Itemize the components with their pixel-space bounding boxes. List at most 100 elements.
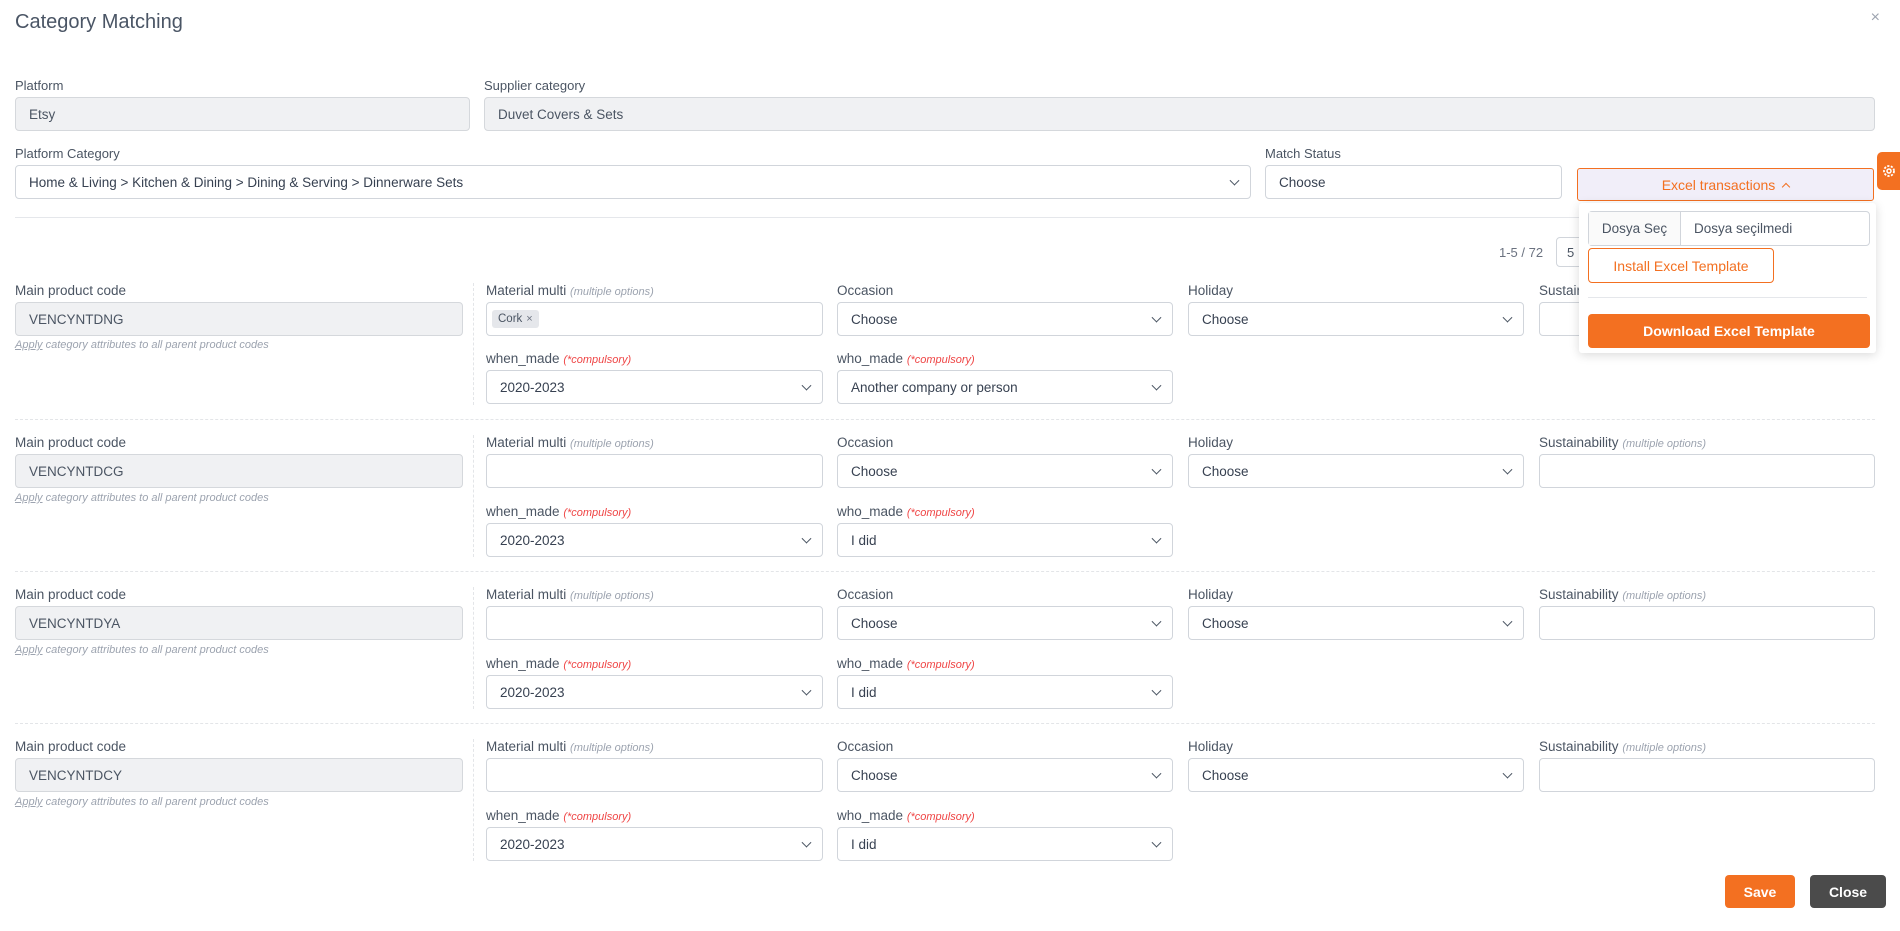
when-made-value: 2020-2023 — [500, 532, 565, 548]
platform-category-label: Platform Category — [15, 146, 120, 161]
file-input[interactable]: Dosya Seç Dosya seçilmedi — [1588, 211, 1870, 246]
dropdown-divider — [1588, 297, 1867, 298]
when-made-select[interactable]: 2020-2023 — [486, 827, 823, 861]
chevron-down-icon — [1151, 616, 1162, 627]
close-button[interactable]: Close — [1810, 875, 1886, 908]
occasion-label: Occasion — [837, 739, 894, 754]
holiday-label: Holiday — [1188, 587, 1234, 602]
who-made-select[interactable]: I did — [837, 675, 1173, 709]
apply-text: Apply category attributes to all parent … — [15, 492, 269, 504]
holiday-select[interactable]: Choose — [1188, 454, 1524, 488]
row-separator — [15, 723, 1875, 724]
chevron-down-icon — [1151, 685, 1162, 696]
per-page-value: 5 — [1567, 244, 1575, 260]
chevron-up-icon — [1782, 182, 1791, 191]
material-chip: Cork × — [492, 310, 539, 328]
sustainability-label: Sustainability (multiple options) — [1539, 435, 1707, 450]
apply-link[interactable]: Apply — [15, 492, 43, 504]
match-status-select[interactable]: Choose — [1265, 165, 1562, 199]
who-made-label: who_made (*compulsory) — [837, 656, 975, 671]
occasion-select[interactable]: Choose — [837, 606, 1173, 640]
when-made-label: when_made (*compulsory) — [486, 656, 632, 671]
main-code-value: VENCYNTDCY — [29, 767, 123, 783]
file-name-text: Dosya seçilmedi — [1694, 221, 1793, 236]
sustainability-multiselect[interactable] — [1539, 606, 1875, 640]
sustainability-label: Sustainability (multiple options) — [1539, 739, 1707, 754]
install-excel-template-button[interactable]: Install Excel Template — [1588, 248, 1774, 283]
occasion-select[interactable]: Choose — [837, 758, 1173, 792]
apply-link[interactable]: Apply — [15, 644, 43, 656]
chevron-down-icon — [801, 380, 812, 391]
material-multiselect[interactable] — [486, 454, 823, 488]
holiday-label: Holiday — [1188, 739, 1234, 754]
excel-transactions-label: Excel transactions — [1661, 176, 1776, 193]
main-code-label: Main product code — [15, 283, 127, 298]
material-label: Material multi (multiple options) — [486, 435, 654, 450]
pager-range: 1-5 / 72 — [1499, 245, 1544, 260]
row-separator — [15, 419, 1875, 420]
save-button[interactable]: Save — [1725, 875, 1795, 908]
material-label: Material multi (multiple options) — [486, 587, 654, 602]
who-made-select[interactable]: Another company or person — [837, 370, 1173, 404]
when-made-select[interactable]: 2020-2023 — [486, 523, 823, 557]
main-code-value: VENCYNTDYA — [29, 615, 121, 631]
who-made-label: who_made (*compulsory) — [837, 504, 975, 519]
choose-file-button[interactable]: Dosya Seç — [1589, 212, 1681, 245]
holiday-value: Choose — [1202, 615, 1249, 631]
who-made-select[interactable]: I did — [837, 523, 1173, 557]
material-multiselect[interactable]: Cork × — [486, 302, 823, 336]
chevron-down-icon — [1502, 768, 1513, 779]
holiday-value: Choose — [1202, 311, 1249, 327]
material-multiselect[interactable] — [486, 606, 823, 640]
close-icon[interactable]: × — [1871, 9, 1880, 27]
match-status-value: Choose — [1279, 174, 1326, 190]
apply-text: Apply category attributes to all parent … — [15, 339, 269, 351]
row-divider — [473, 739, 474, 861]
material-multiselect[interactable] — [486, 758, 823, 792]
occasion-select[interactable]: Choose — [837, 454, 1173, 488]
who-made-label: who_made (*compulsory) — [837, 808, 975, 823]
holiday-select[interactable]: Choose — [1188, 758, 1524, 792]
who-made-value: Another company or person — [851, 379, 1018, 395]
main-code-field: VENCYNTDYA — [15, 606, 463, 640]
row-divider — [473, 587, 474, 709]
remove-chip-icon[interactable]: × — [526, 313, 532, 325]
main-code-field: VENCYNTDNG — [15, 302, 463, 336]
chevron-down-icon — [801, 533, 812, 544]
holiday-select[interactable]: Choose — [1188, 302, 1524, 336]
modal-title: Category Matching — [15, 11, 183, 33]
occasion-label: Occasion — [837, 587, 894, 602]
when-made-select[interactable]: 2020-2023 — [486, 370, 823, 404]
sustainability-multiselect[interactable] — [1539, 454, 1875, 488]
who-made-select[interactable]: I did — [837, 827, 1173, 861]
chevron-down-icon — [1502, 616, 1513, 627]
when-made-select[interactable]: 2020-2023 — [486, 675, 823, 709]
chevron-down-icon — [801, 685, 812, 696]
material-label: Material multi (multiple options) — [486, 283, 654, 298]
who-made-value: I did — [851, 836, 877, 852]
settings-tab[interactable] — [1877, 152, 1900, 190]
when-made-label: when_made (*compulsory) — [486, 808, 632, 823]
apply-link[interactable]: Apply — [15, 796, 43, 808]
occasion-select[interactable]: Choose — [837, 302, 1173, 336]
download-excel-template-button[interactable]: Download Excel Template — [1588, 314, 1870, 348]
platform-field: Etsy — [15, 97, 470, 131]
apply-link[interactable]: Apply — [15, 339, 43, 351]
sustainability-multiselect[interactable] — [1539, 758, 1875, 792]
occasion-label: Occasion — [837, 283, 894, 298]
occasion-value: Choose — [851, 767, 898, 783]
when-made-value: 2020-2023 — [500, 379, 565, 395]
chevron-down-icon — [1502, 464, 1513, 475]
platform-category-select[interactable]: Home & Living > Kitchen & Dining > Dinin… — [15, 165, 1251, 199]
chevron-down-icon — [801, 837, 812, 848]
chevron-down-icon — [1151, 768, 1162, 779]
main-code-label: Main product code — [15, 435, 127, 450]
main-code-value: VENCYNTDNG — [29, 311, 124, 327]
holiday-select[interactable]: Choose — [1188, 606, 1524, 640]
apply-text: Apply category attributes to all parent … — [15, 796, 269, 808]
who-made-label: who_made (*compulsory) — [837, 351, 975, 366]
gear-icon — [1882, 165, 1895, 177]
excel-transactions-button[interactable]: Excel transactions — [1577, 168, 1874, 201]
holiday-label: Holiday — [1188, 435, 1234, 450]
supplier-category-value: Duvet Covers & Sets — [498, 106, 624, 122]
